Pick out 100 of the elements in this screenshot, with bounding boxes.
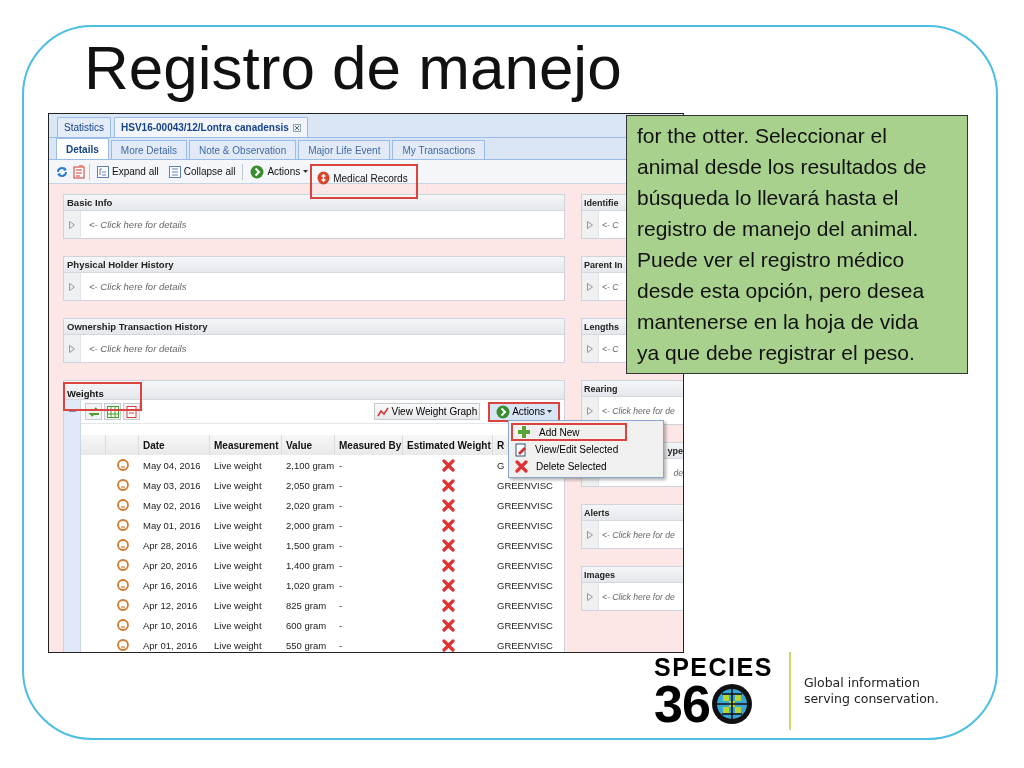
tab[interactable]: Details — [56, 138, 109, 159]
column-header[interactable]: Value — [282, 435, 335, 455]
column-header[interactable]: Estimated Weight — [403, 435, 493, 455]
table-cell-text: 600 gram — [285, 618, 328, 633]
list-icon — [97, 165, 109, 178]
panel-header: Rearing — [582, 381, 683, 397]
details-link[interactable]: <- C — [599, 343, 619, 354]
chart-icon — [377, 405, 390, 418]
table-cell-text: G — [496, 458, 505, 473]
close-icon[interactable] — [292, 123, 301, 132]
details-link[interactable]: de — [670, 467, 683, 478]
arrow-circle-icon — [496, 404, 511, 419]
caret-icon — [303, 170, 309, 173]
table-cell-text: Live weight — [213, 518, 263, 533]
expand-icon[interactable] — [69, 220, 75, 229]
toolbar-button[interactable]: Medical Records — [310, 164, 418, 199]
list-icon — [168, 165, 181, 178]
column-header[interactable]: Measured By — [335, 435, 403, 455]
table-cell-text: Apr 01, 2016 — [142, 638, 199, 652]
expand-icon[interactable] — [587, 406, 593, 415]
table-cell-text: - — [338, 638, 344, 652]
table-cell-text: GREENVISC — [496, 498, 553, 513]
status-icon — [116, 519, 129, 531]
table-cell-text: 2,100 gram — [285, 458, 335, 473]
table-cell-text: Apr 20, 2016 — [142, 558, 199, 573]
details-link[interactable]: <- Click here for de — [599, 591, 675, 602]
menu-item[interactable]: Add New — [511, 423, 627, 441]
table-cell-text: Apr 16, 2016 — [142, 578, 199, 593]
table-cell-text: GREENVISC — [496, 478, 553, 493]
slide-title: Registro de manejo — [84, 34, 622, 103]
cross-icon — [515, 460, 528, 473]
caret-icon — [547, 410, 552, 413]
details-link[interactable]: <- C — [599, 281, 619, 292]
expand-icon[interactable] — [587, 344, 593, 353]
details-link[interactable]: <- Click here for de — [599, 405, 675, 416]
actions-button[interactable]: Actions — [247, 163, 312, 180]
toolbar-button[interactable]: Expand all — [94, 164, 162, 179]
table-cell-text: 825 gram — [285, 598, 328, 613]
column-header[interactable]: Date — [139, 435, 210, 455]
document-icon[interactable] — [73, 164, 85, 179]
table-cell-text: May 03, 2016 — [142, 478, 202, 493]
expand-icon[interactable] — [587, 282, 593, 291]
table-cell-text: Live weight — [213, 478, 263, 493]
toolbar-button[interactable]: Collapse all — [165, 164, 239, 179]
table-cell-text: - — [338, 498, 344, 513]
swap-arrows-icon — [87, 405, 100, 418]
plus-icon — [517, 425, 531, 439]
view-graph-button[interactable]: View Weight Graph — [374, 403, 481, 420]
document-tab[interactable]: HSV16-00043/12/Lontra canadensis — [114, 117, 308, 137]
status-icon — [116, 559, 129, 571]
panel-title: Weights — [63, 381, 142, 411]
expand-icon[interactable] — [587, 530, 593, 539]
table-cell-text: 1,020 gram — [285, 578, 335, 593]
document-tab[interactable]: Statistics — [57, 117, 111, 137]
collapse-icon[interactable] — [68, 409, 76, 412]
details-link[interactable]: <- C — [599, 219, 619, 230]
table-cell-text: 2,020 gram — [285, 498, 335, 513]
table-cell-text: May 02, 2016 — [142, 498, 202, 513]
expand-icon[interactable] — [587, 592, 593, 601]
table-cell-text: GREENVISC — [496, 558, 553, 573]
logo-number: 36 — [654, 680, 710, 728]
callout-note: for the otter. Seleccionar el animal desde los resultados de búsqueda lo llevará hasta el registro de manejo del animal. Puede ver el registro médico desde esta opción, pero desea mantenerse en la hoja de vida ya que debe registrar el peso. — [626, 115, 968, 374]
table-cell-text: GREENVISC — [496, 638, 553, 652]
column-header[interactable]: Measurement — [210, 435, 282, 455]
edit-icon — [515, 442, 527, 457]
logo-wordmark: SPECIES — [654, 654, 773, 680]
actions-button[interactable]: Actions — [488, 401, 560, 422]
details-link[interactable]: <- Click here for details — [81, 281, 187, 292]
table-cell-text: GREENVISC — [496, 618, 553, 633]
status-icon — [116, 539, 129, 551]
expand-icon[interactable] — [69, 282, 75, 291]
table-cell-text: Live weight — [213, 618, 263, 633]
refresh-icon[interactable] — [55, 164, 69, 179]
arrow-circle-icon — [250, 164, 265, 179]
table-cell-text: - — [338, 558, 344, 573]
tab[interactable]: Note & Observation — [188, 140, 297, 159]
tab[interactable]: Major Life Event — [298, 140, 391, 159]
table-cell-text: Apr 12, 2016 — [142, 598, 199, 613]
tab[interactable]: More Details — [110, 140, 187, 159]
panel-header: Ownership Transaction History — [64, 319, 564, 335]
globe-icon — [710, 683, 753, 725]
table-cell-text: 1,400 gram — [285, 558, 335, 573]
table-cell-text: - — [338, 598, 344, 613]
tab[interactable]: My Transactions — [392, 140, 486, 159]
table-cell-text: - — [338, 618, 344, 633]
status-icon — [116, 499, 129, 511]
table-cell-text: Live weight — [213, 538, 263, 553]
details-link[interactable]: <- Click here for details — [81, 219, 187, 230]
panel-header: Alerts — [582, 505, 683, 521]
logo-tagline: serving conservation. — [803, 691, 939, 707]
status-icon — [116, 579, 129, 591]
expand-icon[interactable] — [587, 220, 593, 229]
details-link[interactable]: <- Click here for de — [599, 529, 675, 540]
table-cell-text: 2,050 gram — [285, 478, 335, 493]
expand-icon[interactable] — [69, 344, 75, 353]
details-link[interactable]: <- Click here for details — [81, 343, 187, 354]
table-cell-text: May 04, 2016 — [142, 458, 202, 473]
menu-item[interactable]: Delete Selected — [511, 458, 661, 475]
table-cell-text: Live weight — [213, 598, 263, 613]
table-cell-text: Live weight — [213, 458, 263, 473]
